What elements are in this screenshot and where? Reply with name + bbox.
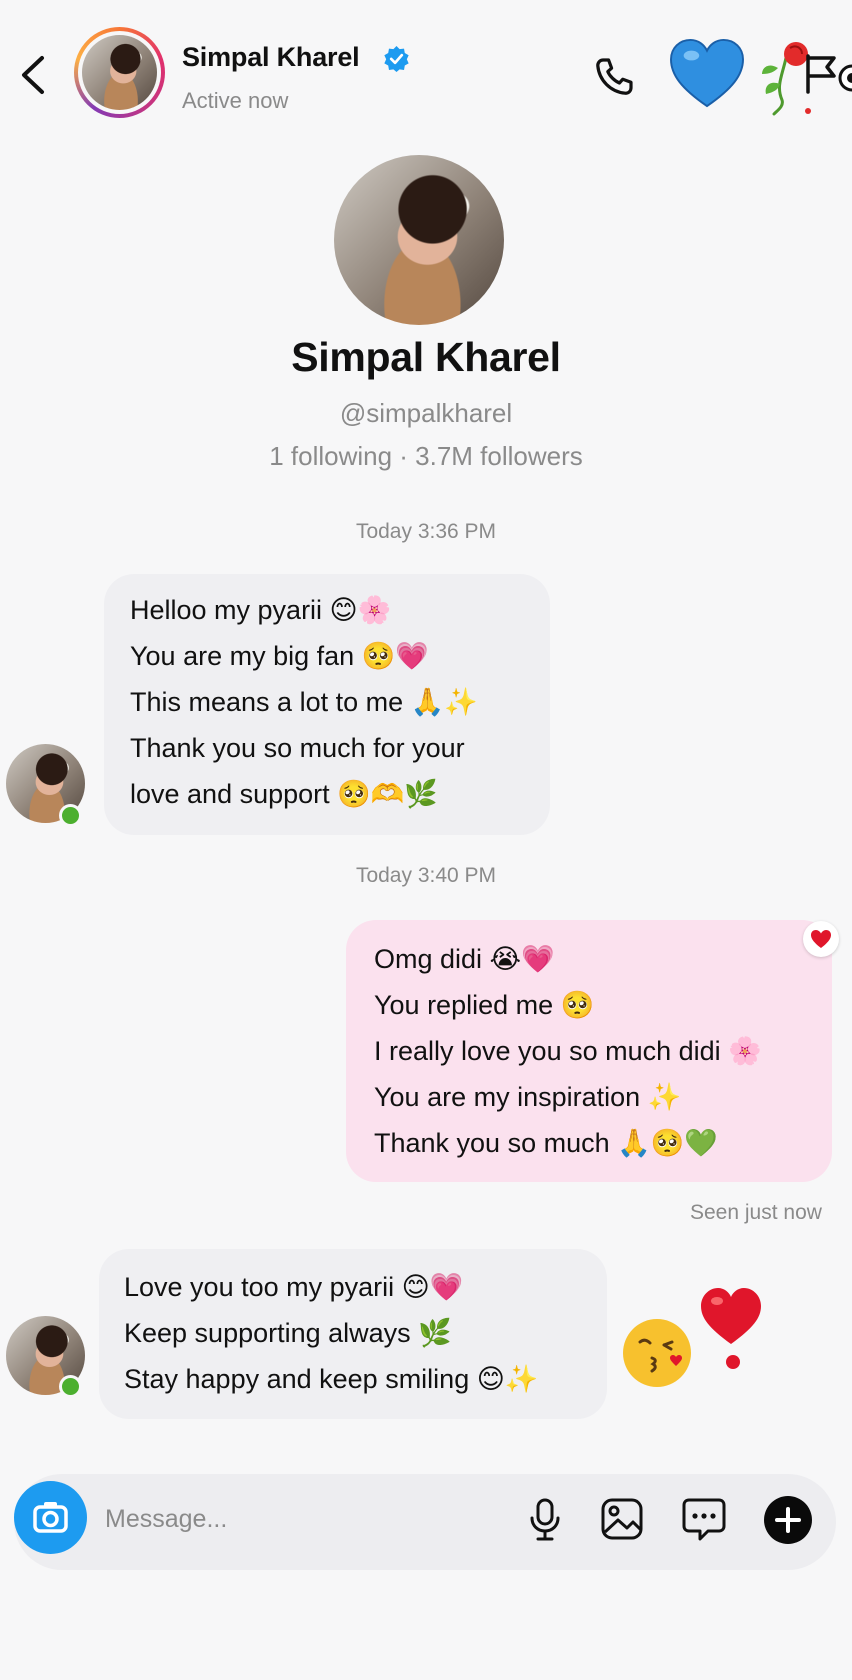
flag-button[interactable] [800, 50, 840, 96]
seen-receipt: Seen just now [690, 1201, 822, 1224]
active-status: Active now [182, 88, 289, 113]
message-timestamp: Today 3:40 PM [355, 864, 497, 887]
message-line: Omg didi 😭💗 [374, 944, 555, 974]
gallery-button[interactable] [597, 1494, 647, 1544]
message-line: I really love you so much didi 🌸 [374, 1036, 762, 1066]
voice-message-button[interactable] [520, 1494, 570, 1544]
verified-badge-icon [384, 45, 409, 72]
message-line: Keep supporting always 🌿 [124, 1318, 452, 1348]
info-icon[interactable] [836, 62, 852, 94]
blue-heart-sticker [670, 38, 744, 108]
flag-icon [806, 54, 836, 94]
message-line: You are my inspiration ✨ [374, 1082, 682, 1112]
message-line: Stay happy and keep smiling 😊✨ [124, 1364, 539, 1394]
heart-exclamation-emoji [701, 1288, 761, 1369]
camera-icon [33, 1502, 68, 1533]
back-button[interactable] [14, 52, 54, 98]
online-indicator [59, 804, 82, 827]
image-icon [601, 1498, 643, 1540]
microphone-icon [530, 1498, 560, 1541]
profile-stats: 1 following · 3.7M followers [269, 441, 583, 471]
message-line: You are my big fan 🥺💗 [130, 641, 429, 671]
message-line: love and support 🥺🫶🌿 [130, 779, 438, 809]
profile-avatar-photo [334, 155, 504, 325]
chevron-left-icon [22, 56, 44, 94]
message-line: This means a lot to me 🙏✨ [130, 687, 478, 717]
sticker-button[interactable] [679, 1494, 729, 1544]
online-indicator [59, 1375, 82, 1398]
message-line: You replied me 🥺 [374, 990, 595, 1020]
message-line: Thank you so much for your [130, 733, 465, 763]
profile-avatar[interactable] [334, 155, 504, 325]
header-avatar[interactable] [74, 27, 165, 118]
message-timestamp: Today 3:36 PM [355, 520, 497, 543]
heart-reaction-icon [811, 930, 831, 948]
call-button[interactable] [590, 53, 638, 101]
incoming-message-bubble[interactable]: Love you too my pyarii 😊💗 Keep supportin… [99, 1249, 607, 1419]
kissing-face-emoji [623, 1319, 691, 1387]
message-line: Love you too my pyarii 😊💗 [124, 1272, 464, 1302]
profile-name: Simpal Kharel [291, 334, 561, 380]
header-avatar-photo [82, 35, 157, 110]
incoming-message-bubble[interactable]: Helloo my pyarii 😊🌸 You are my big fan 🥺… [104, 574, 550, 835]
header-title[interactable]: Simpal Kharel [182, 42, 360, 73]
plus-icon [775, 1507, 801, 1533]
outgoing-message-bubble[interactable]: Omg didi 😭💗 You replied me 🥺 I really lo… [346, 920, 832, 1182]
message-line: Thank you so much 🙏🥺💚 [374, 1128, 718, 1158]
message-line: Helloo my pyarii 😊🌸 [130, 595, 392, 625]
message-input[interactable] [103, 1494, 507, 1544]
chat-bubble-icon [682, 1498, 726, 1541]
add-button[interactable] [764, 1496, 812, 1544]
phone-icon [596, 58, 633, 95]
camera-button[interactable] [14, 1481, 87, 1554]
reaction-badge[interactable] [803, 921, 839, 957]
profile-handle: @simpalkharel [339, 398, 513, 428]
